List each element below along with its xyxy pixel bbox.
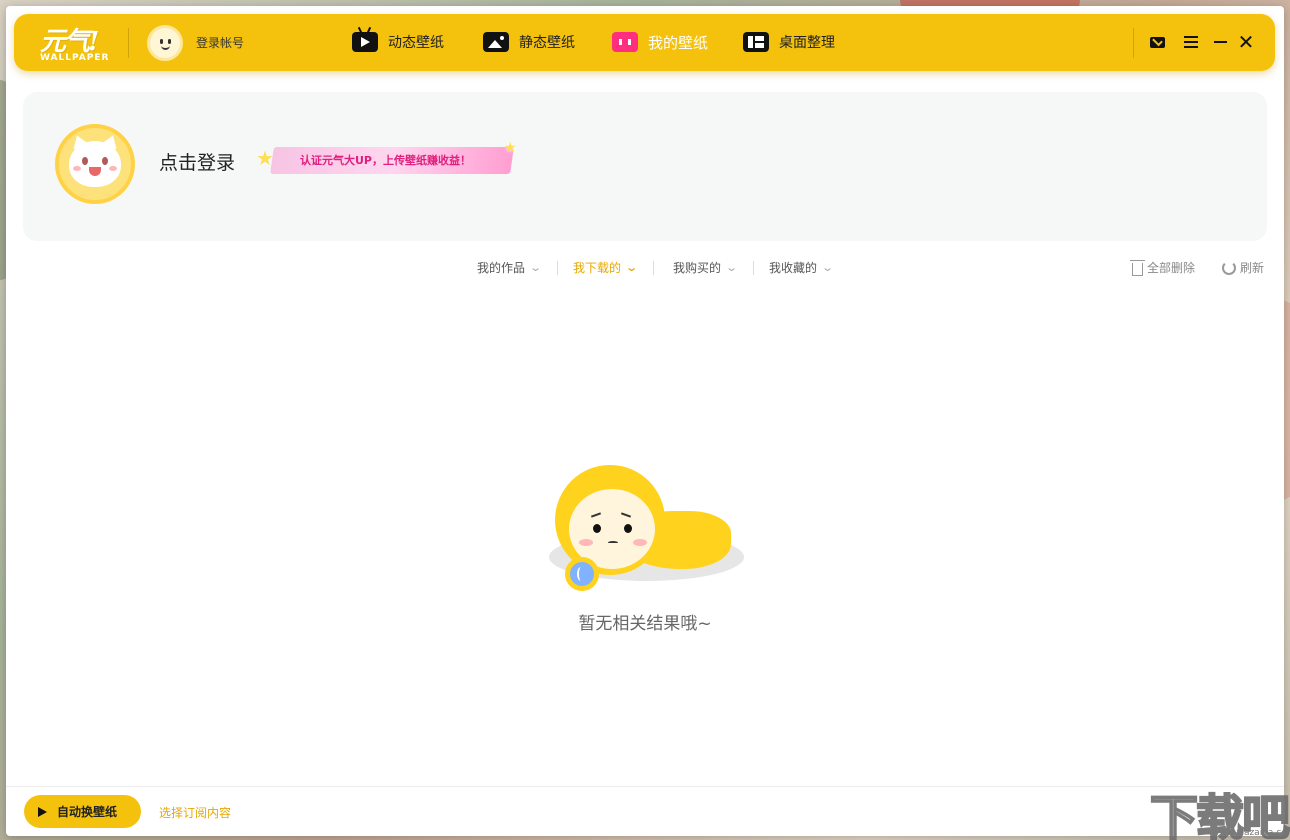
chevron-down-icon: ⌄ <box>725 261 739 274</box>
star-icon: ★ <box>504 140 517 156</box>
close-icon: ✕ <box>1237 30 1255 54</box>
select-subscription-link[interactable]: 选择订阅内容 <box>159 804 231 821</box>
filter-label: 我收藏的 <box>769 261 818 275</box>
menu-button[interactable] <box>1180 31 1202 53</box>
filter-label: 我下载的 <box>573 261 622 275</box>
profile-avatar[interactable] <box>55 124 135 204</box>
delete-all-button[interactable]: 全部删除 <box>1130 259 1196 276</box>
filter-purchased[interactable]: 我购买的 ⌄ <box>673 259 739 276</box>
image-icon <box>483 32 509 52</box>
magnifier-icon <box>565 557 599 591</box>
refresh-label: 刷新 <box>1240 261 1265 275</box>
trash-icon <box>1130 259 1145 276</box>
divider <box>753 261 754 275</box>
chevron-down-icon: ⌄ <box>529 261 543 274</box>
filter-downloaded[interactable]: 我下载的 ⌄ <box>573 259 639 276</box>
close-button[interactable]: ✕ <box>1235 31 1257 53</box>
divider <box>128 28 129 58</box>
refresh-icon <box>1222 260 1236 275</box>
filter-label: 我的作品 <box>477 261 526 275</box>
mail-button[interactable] <box>1146 31 1168 53</box>
nav-label: 静态壁纸 <box>519 35 575 51</box>
play-icon <box>38 806 47 817</box>
top-bar: 元气! WALLPAPER 登录帐号 动态壁纸 静态壁纸 我的壁纸 桌面整理 ✕ <box>14 14 1275 71</box>
delete-all-label: 全部删除 <box>1147 261 1196 275</box>
logo-subtext: WALLPAPER <box>40 53 110 63</box>
click-login-link[interactable]: 点击登录 <box>159 148 235 175</box>
login-account-link[interactable]: 登录帐号 <box>196 34 244 51</box>
desktop-organize-icon <box>743 32 769 52</box>
nav-label: 动态壁纸 <box>388 35 444 51</box>
chevron-down-icon: ⌄ <box>821 261 835 274</box>
minimize-button[interactable] <box>1209 31 1231 53</box>
minimize-icon <box>1213 41 1227 43</box>
chevron-down-icon: ⌄ <box>625 261 639 274</box>
auto-switch-wallpaper-button[interactable]: 自动换壁纸 <box>24 795 141 828</box>
nav-desktop-organize[interactable]: 桌面整理 <box>743 27 835 57</box>
profile-card: 点击登录 ★ 认证元气大UP，上传壁纸赚收益！ ★ <box>23 92 1267 241</box>
refresh-button[interactable]: 刷新 <box>1222 259 1264 276</box>
divider <box>653 261 654 275</box>
nav-my-wallpaper[interactable]: 我的壁纸 <box>612 27 708 57</box>
my-wallpaper-icon <box>612 32 638 52</box>
nav-static-wallpaper[interactable]: 静态壁纸 <box>483 27 575 57</box>
app-logo[interactable]: 元气! WALLPAPER <box>38 21 110 67</box>
avatar-eye-icon <box>160 39 163 44</box>
filter-my-works[interactable]: 我的作品 ⌄ <box>477 259 543 276</box>
filter-label: 我购买的 <box>673 261 722 275</box>
avatar-eye-icon <box>168 39 171 44</box>
mail-icon <box>1149 36 1165 48</box>
user-avatar[interactable] <box>147 25 183 61</box>
auto-switch-label: 自动换壁纸 <box>57 805 118 819</box>
cat-avatar-icon <box>69 132 121 187</box>
nav-label: 我的壁纸 <box>648 33 709 52</box>
watermark-url: www.xiazaiba.com <box>1212 828 1290 838</box>
empty-state-message: 暂无相关结果哦~ <box>578 614 712 634</box>
avatar-mouth-icon <box>161 45 170 50</box>
tv-play-icon <box>352 26 378 52</box>
filter-favorites[interactable]: 我收藏的 ⌄ <box>769 259 835 276</box>
nav-label: 桌面整理 <box>779 35 835 51</box>
menu-icon <box>1184 41 1198 43</box>
promo-text: 认证元气大UP，上传壁纸赚收益！ <box>300 154 471 167</box>
app-window: 元气! WALLPAPER 登录帐号 动态壁纸 静态壁纸 我的壁纸 桌面整理 ✕… <box>6 6 1284 836</box>
empty-state-mascot <box>549 461 749 596</box>
divider <box>1133 28 1134 58</box>
nav-dynamic-wallpaper[interactable]: 动态壁纸 <box>352 26 444 57</box>
bottom-divider <box>6 786 1284 787</box>
divider <box>557 261 558 275</box>
